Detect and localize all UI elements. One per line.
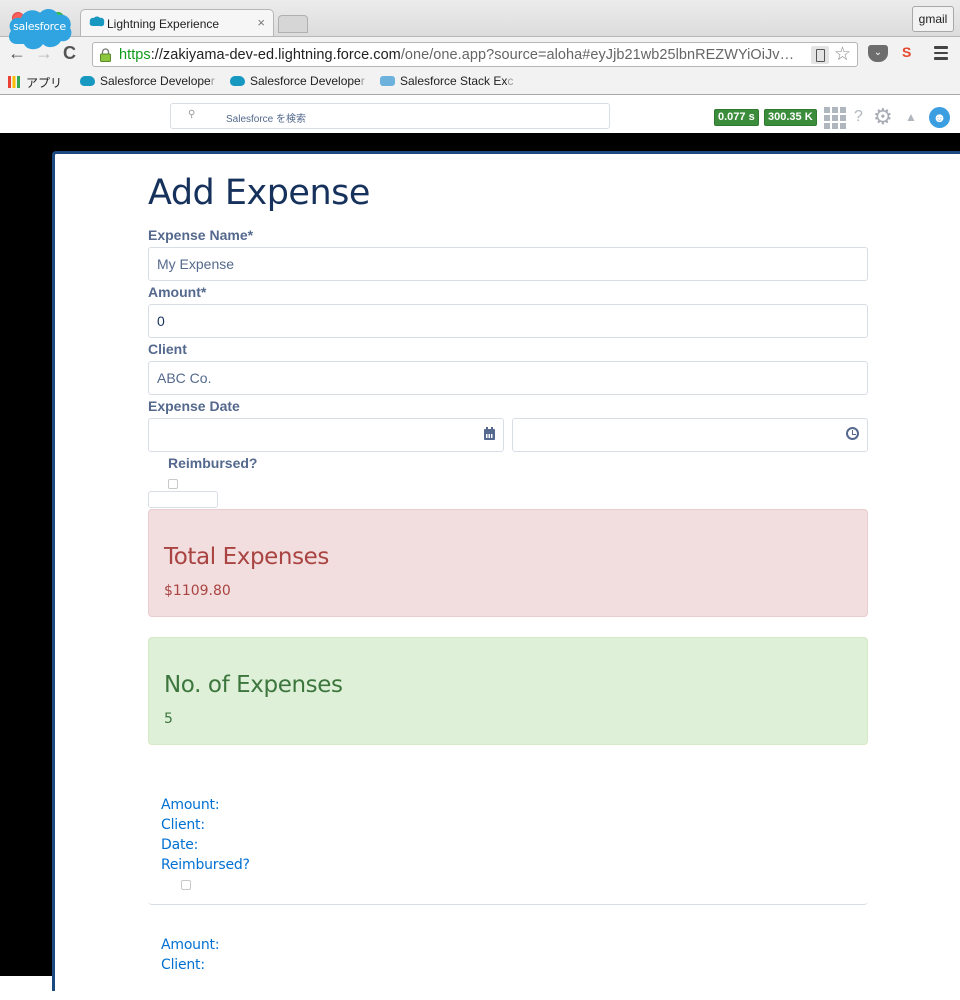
client-input[interactable]: ABC Co. bbox=[148, 361, 868, 395]
tablet-view-icon[interactable] bbox=[811, 46, 829, 64]
salesforce-favicon-icon bbox=[89, 16, 105, 27]
bookmark-apps[interactable]: アプリ bbox=[8, 74, 62, 91]
expense-reimbursed-checkbox[interactable] bbox=[181, 880, 191, 890]
app-launcher-icon[interactable] bbox=[824, 107, 846, 129]
salesforce-logo[interactable]: salesforce bbox=[7, 4, 72, 50]
amount-input[interactable]: 0 bbox=[148, 304, 868, 338]
help-icon[interactable]: ? bbox=[854, 108, 863, 126]
user-avatar[interactable]: ☻ bbox=[929, 107, 950, 128]
size-badge: 300.35 K bbox=[764, 109, 817, 126]
expense-reimbursed-label: Reimbursed? bbox=[161, 857, 250, 873]
expense-amount-label: Amount: bbox=[161, 797, 220, 813]
apps-grid-icon bbox=[8, 76, 20, 88]
lock-icon bbox=[100, 48, 111, 62]
bookmark-star-icon[interactable]: ☆ bbox=[834, 43, 851, 66]
salesforce-cloud-icon bbox=[80, 76, 95, 86]
search-icon: ⚲ bbox=[188, 109, 196, 120]
clock-icon[interactable] bbox=[846, 427, 859, 440]
submit-button[interactable] bbox=[148, 491, 218, 508]
new-tab-button[interactable] bbox=[278, 15, 308, 33]
amount-label: Amount* bbox=[148, 284, 207, 300]
expense-item: Amount: Client: Date: Reimbursed? bbox=[148, 780, 868, 905]
bookmark-salesforce-developers-2[interactable]: Salesforce Developer bbox=[230, 74, 365, 88]
expense-count-card: No. of Expenses 5 bbox=[148, 637, 868, 745]
salesforce-global-header: ⚲ Salesforce を検索 0.077 s 300.35 K ? ⚙ ▲ … bbox=[0, 95, 960, 133]
expense-amount-label: Amount: bbox=[161, 937, 220, 953]
expense-time-input[interactable] bbox=[512, 418, 868, 452]
total-expenses-title: Total Expenses bbox=[164, 544, 330, 570]
reimbursed-checkbox[interactable] bbox=[168, 479, 178, 489]
bookmark-salesforce-stack-exchange[interactable]: Salesforce Stack Exc bbox=[380, 74, 517, 88]
expense-name-input[interactable]: My Expense bbox=[148, 247, 868, 281]
expense-client-label: Client: bbox=[161, 957, 205, 973]
page-title: Add Expense bbox=[148, 173, 370, 213]
stack-exchange-icon bbox=[380, 76, 395, 86]
expense-count-title: No. of Expenses bbox=[164, 672, 343, 698]
expense-count-value: 5 bbox=[164, 711, 173, 727]
expense-item: Amount: Client: bbox=[148, 920, 868, 1000]
profile-button[interactable]: gmail bbox=[912, 6, 954, 32]
calendar-icon[interactable] bbox=[484, 427, 495, 440]
reimbursed-label: Reimbursed? bbox=[168, 455, 258, 471]
browser-tab-active[interactable]: Lightning Experience × bbox=[80, 9, 274, 37]
timing-badge: 0.077 s bbox=[714, 109, 759, 126]
expense-date-label: Expense Date bbox=[148, 398, 240, 414]
setup-gear-icon[interactable]: ⚙ bbox=[873, 105, 893, 129]
salesforce-cloud-icon bbox=[230, 76, 245, 86]
expense-client-label: Client: bbox=[161, 817, 205, 833]
pocket-extension-icon[interactable]: ⌄ bbox=[868, 45, 888, 62]
url-text: https://zakiyama-dev-ed.lightning.force.… bbox=[119, 47, 795, 63]
tab-close-icon[interactable]: × bbox=[257, 15, 265, 30]
expense-date-label: Date: bbox=[161, 837, 199, 853]
search-placeholder: Salesforce を検索 bbox=[226, 114, 307, 125]
client-label: Client bbox=[148, 341, 187, 357]
global-search-input[interactable]: ⚲ Salesforce を検索 bbox=[170, 103, 610, 129]
address-bar[interactable]: https://zakiyama-dev-ed.lightning.force.… bbox=[92, 42, 858, 67]
expense-date-input[interactable] bbox=[148, 418, 504, 452]
extension-icon[interactable]: S bbox=[902, 44, 920, 63]
expense-name-label: Expense Name* bbox=[148, 227, 254, 243]
browser-titlebar: Lightning Experience × gmail bbox=[0, 0, 960, 37]
tab-title: Lightning Experience bbox=[107, 17, 220, 31]
bookmark-salesforce-developers-1[interactable]: Salesforce Developer bbox=[80, 74, 215, 88]
notifications-bell-icon[interactable]: ▲ bbox=[905, 110, 917, 124]
browser-menu-icon[interactable] bbox=[934, 46, 948, 60]
browser-toolbar: ← → C https://zakiyama-dev-ed.lightning.… bbox=[0, 36, 960, 70]
bookmarks-bar: アプリ Salesforce Developer Salesforce Deve… bbox=[0, 70, 960, 95]
total-expenses-value: $1109.80 bbox=[164, 583, 231, 599]
total-expenses-card: Total Expenses $1109.80 bbox=[148, 509, 868, 617]
